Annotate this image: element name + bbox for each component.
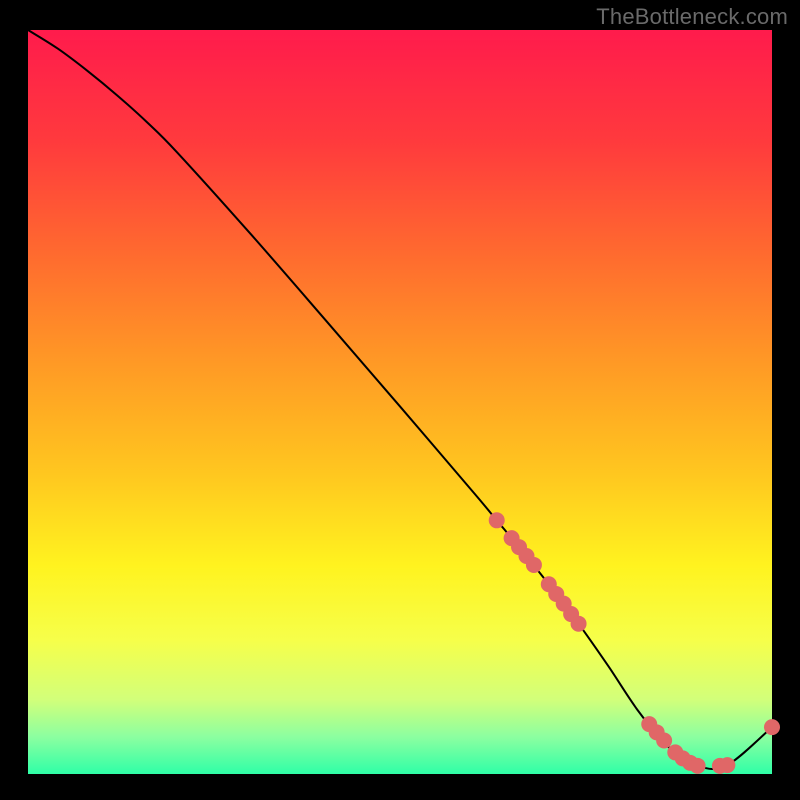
chart-canvas [0, 0, 800, 800]
plot-background [28, 30, 772, 774]
data-marker [764, 719, 780, 735]
chart-root: TheBottleneck.com [0, 0, 800, 800]
data-marker [571, 616, 587, 632]
data-marker [526, 557, 542, 573]
data-marker [656, 733, 672, 749]
data-marker [719, 757, 735, 773]
data-marker [690, 758, 706, 774]
data-marker [489, 512, 505, 528]
